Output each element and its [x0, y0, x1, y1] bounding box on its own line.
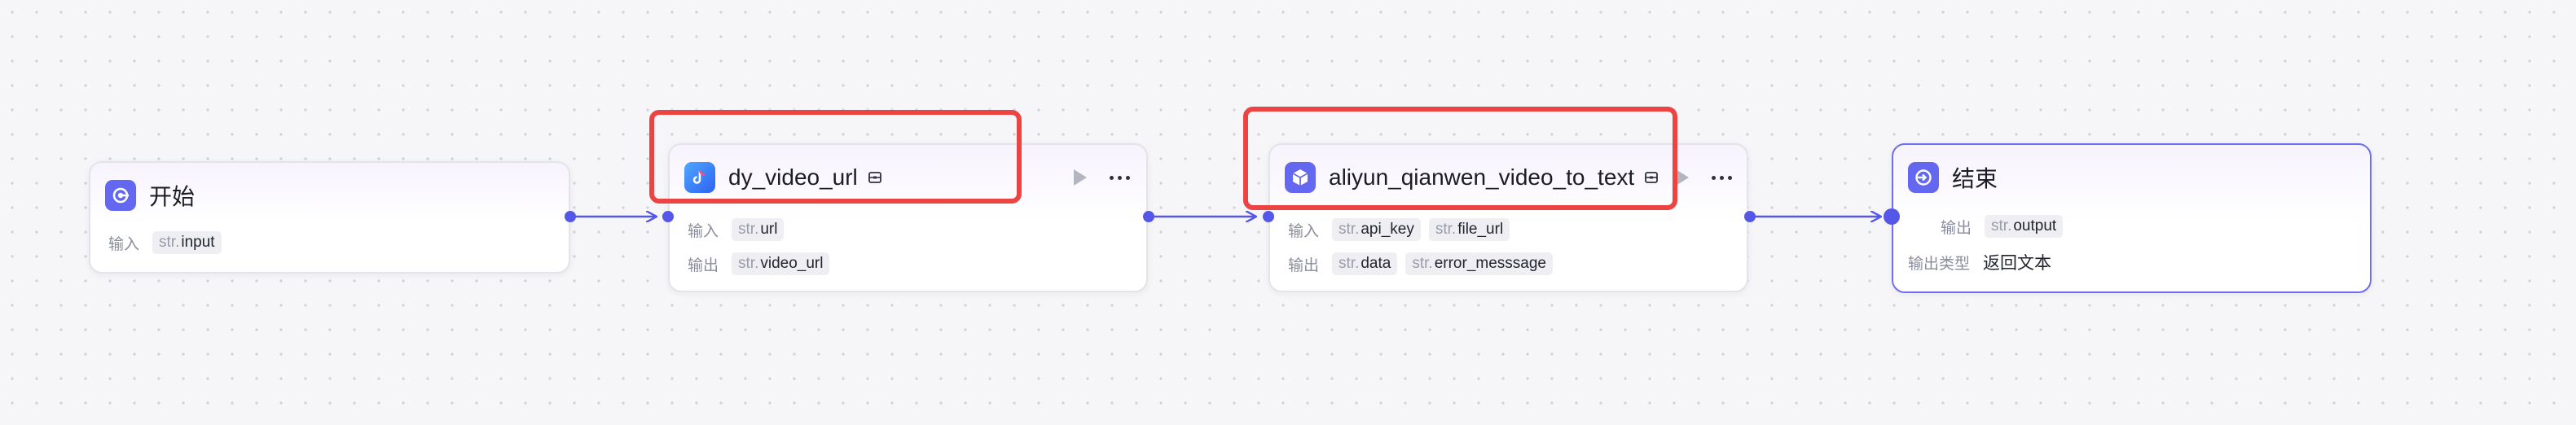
start-icon: [105, 180, 136, 211]
play-icon[interactable]: [1074, 169, 1087, 186]
output-label: 输出: [688, 256, 719, 274]
output-type-label: 输出类型: [1908, 255, 1971, 273]
param-tag: str. input: [152, 231, 222, 254]
output-label: 输出: [1941, 219, 1972, 237]
start-node[interactable]: 开始 输入 str. input: [89, 161, 570, 274]
param-tag: str. url: [732, 218, 785, 241]
end-icon: [1908, 162, 1939, 193]
param-tag: str. output: [1985, 215, 2064, 238]
aliyun-output-port[interactable]: [1744, 211, 1756, 222]
end-node[interactable]: 结束 输出 str. output 输出类型 返回文本: [1892, 143, 2372, 293]
dy-output-port[interactable]: [1143, 211, 1154, 222]
dy-input-port[interactable]: [662, 211, 674, 222]
input-label: 输入: [1288, 222, 1320, 240]
param-tag: str. video_url: [732, 252, 830, 275]
more-icon[interactable]: [1712, 175, 1732, 180]
workflow-canvas[interactable]: 开始 输入 str. input dy_video_url 输入 str. url …: [0, 0, 2576, 425]
aliyun-input-port[interactable]: [1263, 211, 1274, 222]
param-tag: str. error_messsage: [1405, 252, 1553, 275]
end-input-port[interactable]: [1884, 208, 1900, 225]
param-tag: str. file_url: [1428, 218, 1510, 241]
start-output-port[interactable]: [565, 211, 576, 222]
output-label: 输出: [1288, 256, 1320, 274]
output-type-value: 返回文本: [1983, 254, 2052, 273]
param-tag: str. api_key: [1332, 218, 1421, 241]
param-tag: str. data: [1332, 252, 1398, 275]
node-title: 结束: [1952, 166, 1998, 191]
node-title: 开始: [149, 184, 196, 209]
highlight-box-dy-title: [649, 110, 1022, 204]
play-icon[interactable]: [1676, 169, 1689, 186]
highlight-box-aliyun-title: [1243, 107, 1677, 210]
input-label: 输入: [108, 235, 140, 253]
more-icon[interactable]: [1110, 175, 1130, 180]
input-label: 输入: [688, 222, 719, 240]
